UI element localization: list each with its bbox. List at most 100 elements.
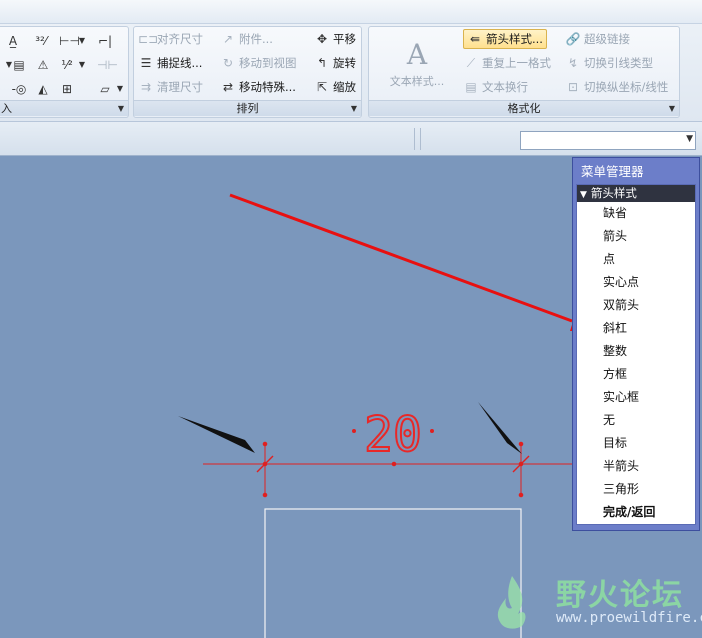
dialog-launcher-icon[interactable]: ▼	[669, 104, 675, 113]
handle-dot	[518, 492, 524, 498]
handle-dot	[352, 429, 356, 433]
rotate-button[interactable]: ↰ 旋转	[314, 53, 356, 73]
secondary-toolbar: ▼	[0, 122, 702, 156]
handle-dot	[262, 461, 268, 467]
repeat-last-format-button[interactable]: ⟋ 重复上一格式	[463, 53, 551, 73]
ribbon-group-arrange: ⊏⊐ 对齐尺寸 ↗ 附件... ✥ 平移 ☰ 捕捉线... ↻ 移动到视图 ↰ 旋转 ⇉ 清理…	[133, 26, 362, 118]
align-dim-button[interactable]: ⊏⊐ 对齐尺寸	[138, 29, 203, 49]
menu-manager-title: 菜单管理器	[581, 164, 644, 179]
menu-item-filled-box[interactable]: 实心框	[577, 386, 695, 409]
chevron-down-icon: ▼	[116, 84, 124, 93]
ribbon: A̲ ³²⁄ ⊢⊣ ▼ ⌐| ▼ ▤ ⚠ ⅟² ▼ ⊣⊢ -◎ ◭ ⊞ ▱ ▼ 入 ▼…	[0, 0, 702, 122]
dimension-value[interactable]: 20	[363, 406, 423, 464]
watermark: 野火论坛 www.proewildfire.cn	[490, 570, 702, 636]
bracket-button[interactable]: ⌐|	[97, 31, 116, 51]
cleanup-dim-icon: ⇉	[140, 80, 152, 94]
menu-item-triangle[interactable]: 三角形	[577, 478, 695, 501]
chevron-down-icon: ▼	[686, 134, 693, 144]
handle-dot	[262, 492, 268, 498]
toolbar-separator	[420, 128, 421, 150]
toggle-ordinate-linear-button[interactable]: ⊡ 切换纵坐标/线性	[565, 77, 668, 97]
parallelogram-icon: ▱	[100, 82, 110, 96]
menu-item-arrow[interactable]: 箭头	[577, 225, 695, 248]
group-insert-label: 入	[0, 100, 128, 116]
rotate-icon: ↰	[316, 56, 328, 70]
move-special-icon: ⇄	[222, 80, 234, 94]
move-to-view-button[interactable]: ↻ 移动到视图	[220, 53, 297, 73]
snap-line-icon: ☰	[140, 56, 152, 70]
menu-item-integral[interactable]: 整数	[577, 340, 695, 363]
leader-type-icon: ↯	[567, 56, 579, 70]
balloon-icon: -◎	[11, 82, 27, 96]
dimension-icon: ⊢⊣	[59, 34, 80, 48]
annotation-arrow-right	[478, 402, 522, 454]
symbol-button[interactable]: ⚠	[35, 55, 54, 75]
arrow-style-button[interactable]: ⇚ 箭头样式...	[463, 29, 547, 49]
ordinate-linear-icon: ⊡	[567, 80, 579, 94]
arrow-style-icon: ⇚	[469, 32, 481, 46]
ribbon-tab-strip	[0, 0, 702, 24]
menu-item-filled-dot[interactable]: 实心点	[577, 271, 695, 294]
cleanup-dim-button[interactable]: ⇉ 清理尺寸	[138, 77, 203, 97]
datum-button[interactable]: ▤	[11, 55, 30, 75]
datum-icon: ▤	[13, 58, 25, 72]
gtol-icon: ⊞	[61, 82, 73, 96]
chevron-down-icon: ▼	[78, 60, 86, 69]
menu-manager-body: ▼ 箭头样式 缺省 箭头 点 实心点 双箭头 斜杠 整数 方框 实心框 无 目标 …	[576, 184, 696, 525]
note-icon: A̲	[8, 34, 18, 48]
jog-icon: ⊣⊢	[97, 58, 118, 72]
menu-item-slash[interactable]: 斜杠	[577, 317, 695, 340]
snap-line-button[interactable]: ☰ 捕捉线...	[138, 53, 203, 73]
chevron-down-icon: ▼	[78, 36, 86, 45]
menu-item-dot[interactable]: 点	[577, 248, 695, 271]
pointer-arrow-line	[229, 193, 573, 323]
hyperlink-button[interactable]: 🔗 超级链接	[565, 29, 630, 49]
pan-button[interactable]: ✥ 平移	[314, 29, 356, 49]
flame-logo-icon	[497, 576, 526, 629]
gtol-button[interactable]: ⊞	[59, 79, 78, 99]
toolbar-combo-select[interactable]: ▼	[520, 131, 696, 150]
align-dim-icon: ⊏⊐	[138, 32, 159, 46]
annotation-arrow-left	[178, 416, 255, 453]
move-icon: ✥	[316, 32, 328, 46]
jog-button[interactable]: ⊣⊢	[97, 55, 118, 75]
part-outline	[264, 508, 522, 638]
text-style-button[interactable]: A 文本样式...	[387, 37, 447, 97]
handle-dot	[430, 429, 434, 433]
scale-icon: ⇱	[316, 80, 328, 94]
parallelogram-button[interactable]: ▱ ▼	[97, 79, 127, 99]
scale-button[interactable]: ⇱ 缩放	[314, 77, 356, 97]
weld-button[interactable]: ◭	[35, 79, 54, 99]
hyperlink-icon: 🔗	[565, 32, 581, 46]
menu-item-done-return[interactable]: 完成/返回	[577, 501, 695, 524]
menu-item-default[interactable]: 缺省	[577, 202, 695, 225]
text-style-icon: A	[406, 38, 428, 71]
handle-dot	[262, 441, 268, 447]
balloon-button[interactable]: -◎	[11, 79, 30, 99]
menu-item-half-arrow[interactable]: 半箭头	[577, 455, 695, 478]
menu-item-double-arrow[interactable]: 双箭头	[577, 294, 695, 317]
surface-finish-button[interactable]: ³²⁄	[33, 31, 52, 51]
dialog-launcher-icon[interactable]: ▼	[351, 104, 357, 113]
menu-item-none[interactable]: 无	[577, 409, 695, 432]
dialog-launcher-icon[interactable]: ▼	[118, 104, 124, 113]
menu-item-box[interactable]: 方框	[577, 363, 695, 386]
menu-manager: 菜单管理器 ▼ 箭头样式 缺省 箭头 点 实心点 双箭头 斜杠 整数 方框 实心框…	[572, 157, 700, 531]
menu-item-target[interactable]: 目标	[577, 432, 695, 455]
ordinate-button[interactable]: ⅟² ▼	[59, 55, 89, 75]
triangle-down-icon: ▼	[580, 190, 587, 200]
handle-dot	[518, 441, 524, 447]
format-brush-icon: ⟋	[466, 56, 476, 70]
toolbar-separator	[414, 128, 415, 150]
arrow-style-menu-header[interactable]: ▼ 箭头样式	[577, 185, 695, 202]
handle-dot	[518, 461, 524, 467]
note-icon-button[interactable]: A̲	[5, 31, 24, 51]
attach-button[interactable]: ↗ 附件...	[220, 29, 273, 49]
toggle-leader-type-button[interactable]: ↯ 切换引线类型	[565, 53, 653, 73]
watermark-title: 野火论坛	[556, 578, 684, 613]
dimension-button[interactable]: ⊢⊣ ▼	[59, 31, 89, 51]
move-special-button[interactable]: ⇄ 移动特殊...	[220, 77, 296, 97]
ordinate-icon: ⅟²	[61, 58, 73, 72]
watermark-url: www.proewildfire.cn	[556, 610, 702, 626]
text-wrap-button[interactable]: ▤ 文本换行	[463, 77, 528, 97]
